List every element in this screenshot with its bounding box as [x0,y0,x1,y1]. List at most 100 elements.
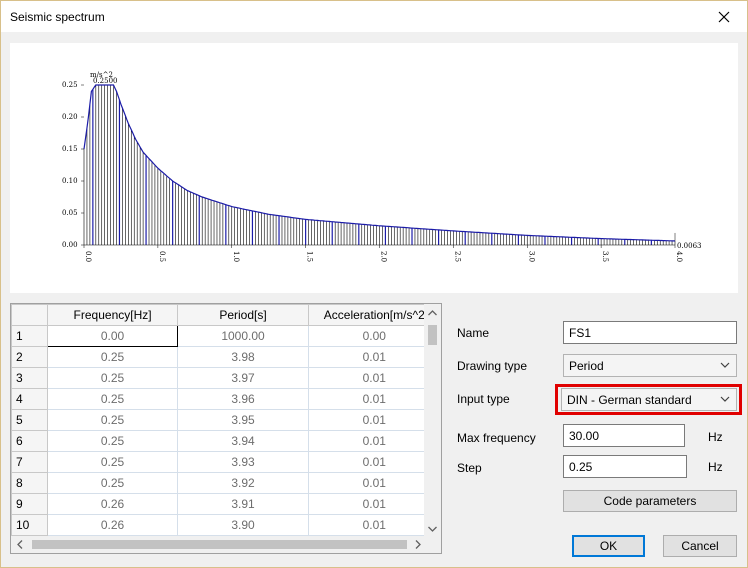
name-input[interactable]: FS1 [563,321,737,344]
row-header[interactable]: 1 [11,325,48,347]
table-cell[interactable]: 3.95 [177,409,309,431]
table-cell[interactable]: 1000.00 [177,325,309,347]
table-cell[interactable]: 0.25 [46,388,179,410]
chevron-up-icon [428,309,437,315]
table-cell[interactable]: 0.01 [307,346,441,368]
x-tick-label: 3.5 [601,251,609,262]
spectrum-table-grid: Frequency[Hz] Period[s] Acceleration[m/s^2… [11,304,441,536]
table-cell[interactable]: 3.98 [177,346,309,368]
table-cell[interactable]: 0.25 [46,346,179,368]
row-header[interactable]: 7 [11,451,48,473]
table-cell[interactable]: 0.26 [46,514,179,536]
column-header[interactable]: Acceleration[m/s^2 [307,304,441,326]
table-row: 5 0.25 3.95 0.01 [11,409,441,431]
table-cell[interactable]: 0.25 [46,367,179,389]
table-cell[interactable]: 0.01 [307,514,441,536]
y-tick-label: 0.25 [62,81,78,89]
row-header[interactable]: 8 [11,472,48,494]
y-tick-label: 0.05 [62,209,78,217]
end-annotation: 0.0063 [677,242,702,250]
table-horizontal-scrollbar[interactable] [11,536,426,553]
scroll-left-arrow[interactable] [11,536,28,553]
table-cell[interactable]: 3.92 [177,472,309,494]
table-vertical-scrollbar[interactable] [424,304,441,537]
scroll-down-arrow[interactable] [424,520,441,537]
table-cell[interactable]: 0.25 [46,409,179,431]
chevron-down-icon [428,526,437,532]
table-cell[interactable]: 3.91 [177,493,309,515]
max-frequency-input[interactable]: 30.00 [563,424,685,447]
max-frequency-unit: Hz [708,430,723,444]
table-cell[interactable]: 0.25 [46,472,179,494]
table-cell[interactable]: 0.01 [307,472,441,494]
table-cell[interactable]: 0.00 [46,325,179,347]
input-type-value: DIN - German standard [567,393,692,407]
table-cell[interactable]: 3.90 [177,514,309,536]
x-tick-label: 2.5 [453,251,461,262]
x-tick-label: 3.0 [527,251,535,262]
table-cell[interactable]: 3.93 [177,451,309,473]
code-parameters-button-label: Code parameters [603,494,697,508]
table-row: 10 0.26 3.90 0.01 [11,514,441,536]
input-type-label: Input type [457,392,510,406]
table-cell[interactable]: 3.94 [177,430,309,452]
table-cell[interactable]: 0.01 [307,430,441,452]
row-header[interactable]: 4 [11,388,48,410]
table-corner-header [11,304,48,326]
table-cell[interactable]: 3.97 [177,367,309,389]
max-frequency-label: Max frequency [457,431,536,445]
table-cell[interactable]: 0.25 [46,451,179,473]
y-tick-label: 0.10 [62,177,78,185]
input-type-select[interactable]: DIN - German standard [561,388,737,411]
row-header[interactable]: 2 [11,346,48,368]
scroll-up-arrow[interactable] [424,304,441,321]
spectrum-chart: 0.00 0.05 0.10 0.15 0.20 0.25 0.0 0.5 1.0 1.5 2.0 2… [10,43,738,293]
table-cell[interactable]: 0.01 [307,451,441,473]
cancel-button[interactable]: Cancel [663,535,737,557]
horizontal-scroll-thumb[interactable] [32,540,407,549]
ok-button[interactable]: OK [572,535,645,557]
y-tick-label: 0.20 [62,113,78,121]
table-cell[interactable]: 0.00 [307,325,441,347]
row-header[interactable]: 6 [11,430,48,452]
step-input[interactable]: 0.25 [563,455,687,478]
row-header[interactable]: 3 [11,367,48,389]
x-tick-label: 0.0 [84,251,92,262]
table-cell[interactable]: 0.26 [46,493,179,515]
close-icon [718,11,730,22]
chevron-right-icon [415,540,421,549]
x-tick-label: 0.5 [158,251,166,262]
table-cell[interactable]: 3.96 [177,388,309,410]
column-header[interactable]: Period[s] [177,304,309,326]
table-row: 7 0.25 3.93 0.01 [11,451,441,473]
step-value: 0.25 [569,460,593,474]
x-tick-label: 2.0 [380,251,388,262]
title-bar: Seismic spectrum [1,1,747,32]
table-cell[interactable]: 0.01 [307,409,441,431]
table-cell[interactable]: 0.01 [307,493,441,515]
table-cell[interactable]: 0.01 [307,367,441,389]
table-row: 3 0.25 3.97 0.01 [11,367,441,389]
cancel-button-label: Cancel [681,539,719,553]
row-header[interactable]: 9 [11,493,48,515]
y-tick-label: 0.00 [62,241,78,249]
peak-annotation: 0.2500 [93,77,118,85]
max-frequency-value: 30.00 [569,429,600,443]
column-header[interactable]: Frequency[Hz] [46,304,179,326]
x-tick-label: 1.5 [306,251,314,262]
chevron-left-icon [16,540,22,549]
table-cell[interactable]: 0.01 [307,388,441,410]
table-row: 1 0.00 1000.00 0.00 [11,325,441,347]
row-header[interactable]: 10 [11,514,48,536]
spectrum-table[interactable]: Frequency[Hz] Period[s] Acceleration[m/s^2… [10,303,442,554]
table-row: 9 0.26 3.91 0.01 [11,493,441,515]
drawing-type-select[interactable]: Period [563,354,737,377]
chevron-down-icon [720,362,730,368]
window-title: Seismic spectrum [10,10,105,24]
spectrum-chart-svg: 0.00 0.05 0.10 0.15 0.20 0.25 0.0 0.5 1.0 1.5 2.0 2… [62,71,702,262]
vertical-scroll-thumb[interactable] [428,325,437,345]
row-header[interactable]: 5 [11,409,48,431]
code-parameters-button[interactable]: Code parameters [563,490,737,512]
close-button[interactable] [701,1,747,32]
table-cell[interactable]: 0.25 [46,430,179,452]
